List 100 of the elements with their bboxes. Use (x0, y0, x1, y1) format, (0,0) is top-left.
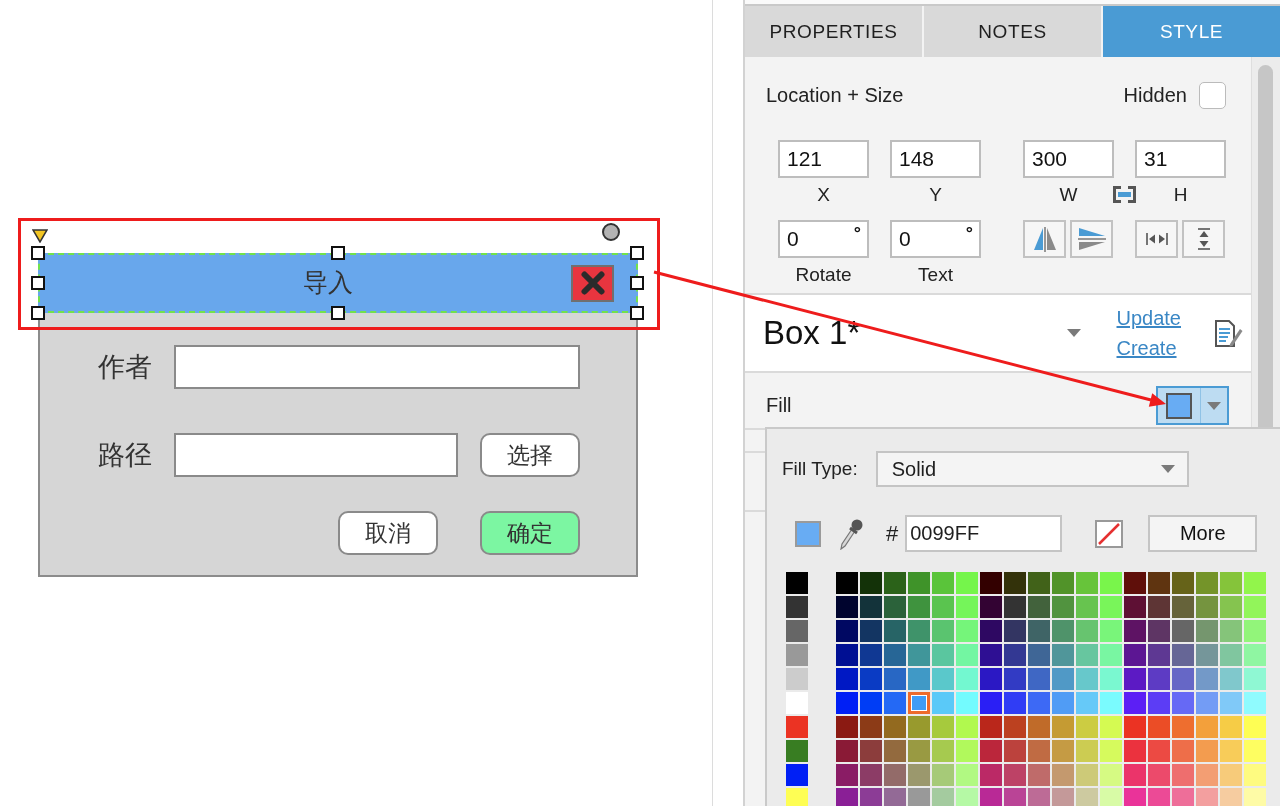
color-swatch[interactable] (1244, 620, 1266, 642)
color-swatch[interactable] (908, 644, 930, 666)
color-swatch[interactable] (786, 716, 808, 738)
color-swatch[interactable] (956, 620, 978, 642)
hidden-checkbox[interactable] (1199, 82, 1226, 109)
color-swatch[interactable] (1100, 740, 1122, 762)
color-swatch[interactable] (980, 764, 1002, 786)
color-swatch[interactable] (1076, 644, 1098, 666)
color-swatch[interactable] (1172, 644, 1194, 666)
color-swatch[interactable] (836, 596, 858, 618)
color-swatch[interactable] (786, 596, 808, 618)
color-swatch[interactable] (1124, 764, 1146, 786)
bracket-icon[interactable] (1113, 186, 1136, 203)
color-swatch[interactable] (1172, 716, 1194, 738)
color-swatch[interactable] (860, 572, 882, 594)
color-swatch[interactable] (1004, 596, 1026, 618)
color-swatch[interactable] (1076, 692, 1098, 714)
color-swatch[interactable] (860, 788, 882, 806)
color-swatch[interactable] (956, 596, 978, 618)
color-swatch[interactable] (980, 788, 1002, 806)
color-swatch[interactable] (1028, 692, 1050, 714)
more-button[interactable]: More (1148, 515, 1258, 552)
color-swatch[interactable] (1220, 668, 1242, 690)
color-swatch[interactable] (1100, 572, 1122, 594)
color-swatch[interactable] (1124, 644, 1146, 666)
color-swatch[interactable] (884, 692, 906, 714)
color-swatch[interactable] (1220, 596, 1242, 618)
color-swatch[interactable] (1052, 596, 1074, 618)
color-swatch[interactable] (1172, 596, 1194, 618)
color-swatch[interactable] (1028, 596, 1050, 618)
color-swatch[interactable] (1172, 572, 1194, 594)
color-swatch[interactable] (1124, 620, 1146, 642)
color-swatch[interactable] (786, 572, 808, 594)
color-swatch[interactable] (1124, 788, 1146, 806)
color-swatch[interactable] (1028, 620, 1050, 642)
color-swatch[interactable] (956, 668, 978, 690)
color-swatch[interactable] (932, 716, 954, 738)
color-swatch[interactable] (1172, 620, 1194, 642)
color-swatch[interactable] (1196, 644, 1218, 666)
color-swatch[interactable] (1004, 740, 1026, 762)
color-swatch[interactable] (884, 668, 906, 690)
color-swatch[interactable] (836, 668, 858, 690)
cancel-button[interactable]: 取消 (338, 511, 438, 555)
color-swatch[interactable] (1148, 788, 1170, 806)
color-swatch[interactable] (1196, 596, 1218, 618)
color-swatch[interactable] (786, 740, 808, 762)
angle-field[interactable]: 0 ° (890, 220, 981, 258)
color-swatch[interactable] (980, 620, 1002, 642)
color-swatch[interactable] (1244, 740, 1266, 762)
color-swatch[interactable] (1028, 644, 1050, 666)
color-swatch[interactable] (1244, 764, 1266, 786)
color-swatch[interactable] (1076, 764, 1098, 786)
number-field[interactable]: 31 (1135, 140, 1226, 178)
color-swatch[interactable] (836, 620, 858, 642)
color-swatch[interactable] (932, 788, 954, 806)
color-swatch[interactable] (860, 668, 882, 690)
color-swatch[interactable] (1196, 620, 1218, 642)
confirm-button[interactable]: 确定 (480, 511, 580, 555)
fit-width-button[interactable] (1135, 220, 1178, 258)
color-swatch[interactable] (932, 764, 954, 786)
color-swatch[interactable] (1124, 596, 1146, 618)
color-swatch[interactable] (1052, 668, 1074, 690)
color-swatch[interactable] (1196, 716, 1218, 738)
fit-height-button[interactable] (1182, 220, 1225, 258)
color-swatch[interactable] (932, 572, 954, 594)
color-swatch[interactable] (1196, 740, 1218, 762)
color-swatch[interactable] (1172, 740, 1194, 762)
color-swatch[interactable] (932, 740, 954, 762)
color-swatch[interactable] (1124, 668, 1146, 690)
color-swatch[interactable] (1076, 572, 1098, 594)
resize-handle[interactable] (31, 276, 45, 290)
color-swatch[interactable] (884, 572, 906, 594)
angle-field[interactable]: 0 ° (778, 220, 869, 258)
color-swatch[interactable] (1004, 620, 1026, 642)
rotate-handle[interactable] (602, 223, 620, 241)
color-swatch[interactable] (1052, 620, 1074, 642)
color-swatch[interactable] (980, 596, 1002, 618)
color-swatch[interactable] (1244, 668, 1266, 690)
resize-handle[interactable] (630, 306, 644, 320)
color-swatch[interactable] (1100, 668, 1122, 690)
color-swatch[interactable] (786, 644, 808, 666)
color-swatch[interactable] (1052, 788, 1074, 806)
color-swatch[interactable] (786, 668, 808, 690)
color-swatch[interactable] (860, 740, 882, 762)
color-swatch[interactable] (836, 788, 858, 806)
color-swatch[interactable] (1052, 764, 1074, 786)
color-swatch[interactable] (1100, 692, 1122, 714)
color-swatch[interactable] (1052, 740, 1074, 762)
color-swatch[interactable] (786, 764, 808, 786)
color-swatch[interactable] (956, 788, 978, 806)
color-swatch[interactable] (956, 740, 978, 762)
color-swatch[interactable] (1124, 572, 1146, 594)
color-swatch[interactable] (1124, 692, 1146, 714)
path-field[interactable] (174, 433, 458, 477)
resize-handle[interactable] (31, 306, 45, 320)
color-swatch[interactable] (956, 716, 978, 738)
flip-horizontal-button[interactable] (1023, 220, 1066, 258)
text-field[interactable] (174, 345, 580, 389)
color-swatch[interactable] (932, 620, 954, 642)
color-swatch[interactable] (1004, 764, 1026, 786)
